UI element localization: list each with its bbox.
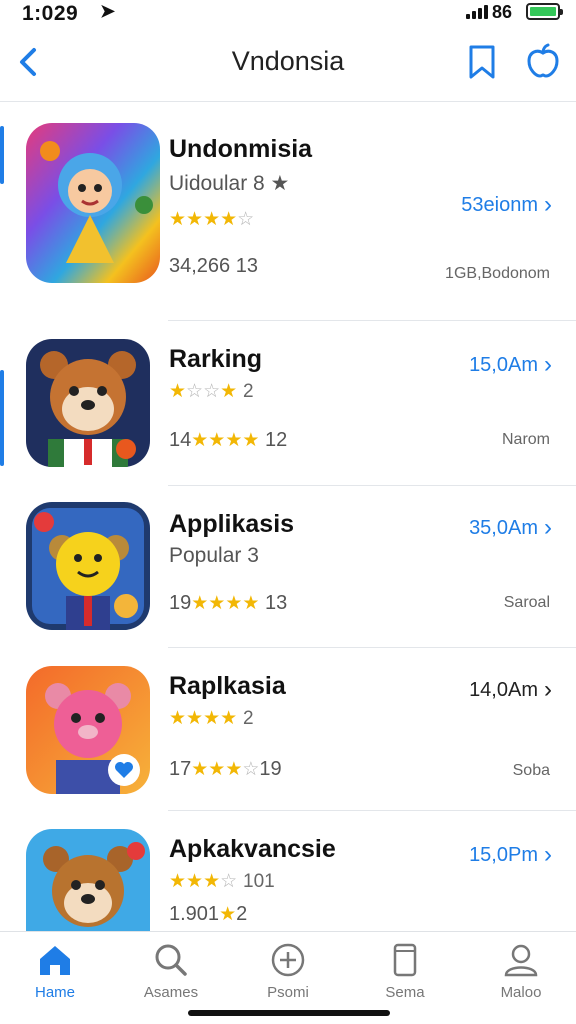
rating-stars-empty: ☆☆ — [186, 381, 221, 402]
battery-icon — [526, 3, 563, 20]
person-icon — [504, 944, 538, 977]
download-count: 1.901★2 — [169, 903, 247, 926]
meta-rating-stars: ★ — [219, 904, 237, 925]
price-label: 15,0Pm — [469, 843, 538, 866]
carrier-text: 86 — [492, 2, 513, 22]
tab-label: Maloo — [500, 984, 542, 1001]
tab-device[interactable]: Sema — [350, 942, 460, 1001]
tab-add[interactable]: Psomi — [233, 942, 343, 1001]
rating-stars: ★★★★☆ — [169, 207, 254, 231]
plus-circle-icon — [271, 943, 305, 977]
device-icon — [393, 943, 417, 977]
rating-count: 2 — [242, 708, 254, 729]
app-subtitle: Popular 3 — [169, 544, 259, 567]
list-item[interactable]: Applikasis Popular 3 19★★★★ 13 35,0Am › S… — [0, 486, 576, 648]
meta-rating-count: 19 — [259, 758, 282, 780]
rating-count: 101 — [243, 871, 275, 892]
status-bar: 1:029 ➤ 86 — [0, 0, 576, 30]
app-list: Undonmisia Uidoular 8 ★ ★★★★☆ 34,266 13 … — [0, 103, 576, 931]
rating-stars: ★★★☆ 101 — [169, 869, 275, 893]
app-size: Soba — [512, 762, 550, 779]
app-icon-bear[interactable] — [26, 339, 150, 467]
chevron-right-icon: › — [544, 676, 552, 703]
download-count-value: 1.901 — [169, 903, 220, 925]
download-count-value: 19 — [169, 592, 192, 614]
app-title[interactable]: Raplkasia — [169, 672, 286, 701]
rating-stars-empty: ☆ — [220, 871, 238, 892]
app-title[interactable]: Undonmisia — [169, 135, 312, 164]
meta-rating-count: 12 — [264, 429, 288, 451]
tab-label: Sema — [385, 984, 425, 1001]
rating-stars: ★★★★ 2 — [169, 706, 254, 730]
list-item[interactable]: Undonmisia Uidoular 8 ★ ★★★★☆ 34,266 13 … — [0, 103, 576, 321]
app-size: Saroal — [503, 594, 550, 611]
rating-stars-filled: ★ — [169, 381, 187, 402]
download-count-value: 14 — [169, 429, 192, 451]
get-button[interactable]: 15,0Am › — [469, 353, 552, 377]
meta-rating-stars: ★★★★ — [191, 593, 260, 614]
price-label: 53eionm — [461, 193, 538, 216]
price-label: 15,0Am — [469, 353, 538, 376]
app-size: Narom — [501, 431, 550, 448]
app-icon-character[interactable] — [26, 123, 160, 283]
rating-stars-filled: ★★★★ — [169, 209, 238, 230]
download-count: 34,266 13 — [169, 255, 258, 277]
apple-icon[interactable] — [524, 42, 562, 80]
tab-search[interactable]: Asames — [116, 942, 226, 1001]
app-size: 1GB,Bodonom — [445, 265, 550, 282]
list-item[interactable]: Apkakvancsie ★★★☆ 101 1.901★2 15,0Pm › — [0, 811, 576, 931]
rating-stars-filled: ★★★ — [169, 871, 221, 892]
chevron-right-icon: › — [544, 191, 552, 218]
chevron-right-icon: › — [544, 514, 552, 541]
app-icon-pink-bear[interactable] — [26, 666, 150, 794]
download-count: 17★★★☆19 — [169, 758, 282, 781]
chevron-right-icon: › — [544, 841, 552, 868]
rating-stars-filled: ★ — [220, 381, 238, 402]
home-icon — [40, 946, 70, 975]
search-icon — [155, 944, 187, 976]
price-label: 35,0Am — [469, 516, 538, 539]
bookmark-icon[interactable] — [466, 44, 498, 80]
rating-count: 2 — [243, 381, 254, 402]
download-count: 19★★★★ 13 — [169, 592, 287, 615]
price-label: 14,0Am — [469, 678, 538, 701]
meta-rating-stars-empty: ☆ — [242, 759, 260, 780]
get-button[interactable]: 35,0Am › — [469, 516, 552, 540]
get-button[interactable]: 53eionm › — [461, 193, 552, 217]
tab-label: Psomi — [267, 984, 309, 1001]
app-title[interactable]: Apkakvancsie — [169, 835, 336, 864]
tab-profile[interactable]: Maloo — [466, 942, 576, 1001]
tab-label: Hame — [34, 984, 75, 1001]
tab-label: Asames — [143, 984, 199, 1001]
chevron-right-icon: › — [544, 351, 552, 378]
get-button[interactable]: 15,0Pm › — [469, 843, 552, 867]
meta-rating-stars: ★★★★ — [191, 430, 260, 451]
status-time: 1:029 — [22, 2, 79, 25]
get-button[interactable]: 14,0Am › — [469, 678, 552, 702]
rating-stars: ★☆☆★ 2 — [169, 379, 254, 403]
location-arrow-icon: ➤ — [100, 1, 116, 21]
download-count-value: 17 — [169, 758, 192, 780]
app-icon-brown-bear[interactable] — [26, 829, 150, 931]
navigation-bar: Vndonsia — [0, 30, 576, 102]
download-count: 14★★★★ 12 — [169, 429, 287, 452]
signal-icon — [466, 5, 488, 19]
tab-home[interactable]: Hame — [0, 942, 110, 1001]
meta-rating-count: 2 — [236, 903, 248, 925]
rating-stars-empty: ☆ — [237, 209, 255, 230]
meta-rating-count: 13 — [264, 592, 288, 614]
app-icon-yellow-bear[interactable] — [26, 502, 150, 630]
home-indicator — [188, 1010, 390, 1016]
rating-stars-filled: ★★★★ — [169, 708, 238, 729]
meta-rating-stars: ★★★ — [191, 759, 243, 780]
app-title[interactable]: Applikasis — [169, 510, 294, 539]
app-title[interactable]: Rarking — [169, 345, 262, 374]
list-item[interactable]: Raplkasia ★★★★ 2 17★★★☆19 14,0Am › Soba — [0, 648, 576, 811]
app-subtitle: Uidoular 8 ★ — [169, 172, 290, 195]
list-item[interactable]: Rarking ★☆☆★ 2 14★★★★ 12 15,0Am › Narom — [0, 321, 576, 486]
